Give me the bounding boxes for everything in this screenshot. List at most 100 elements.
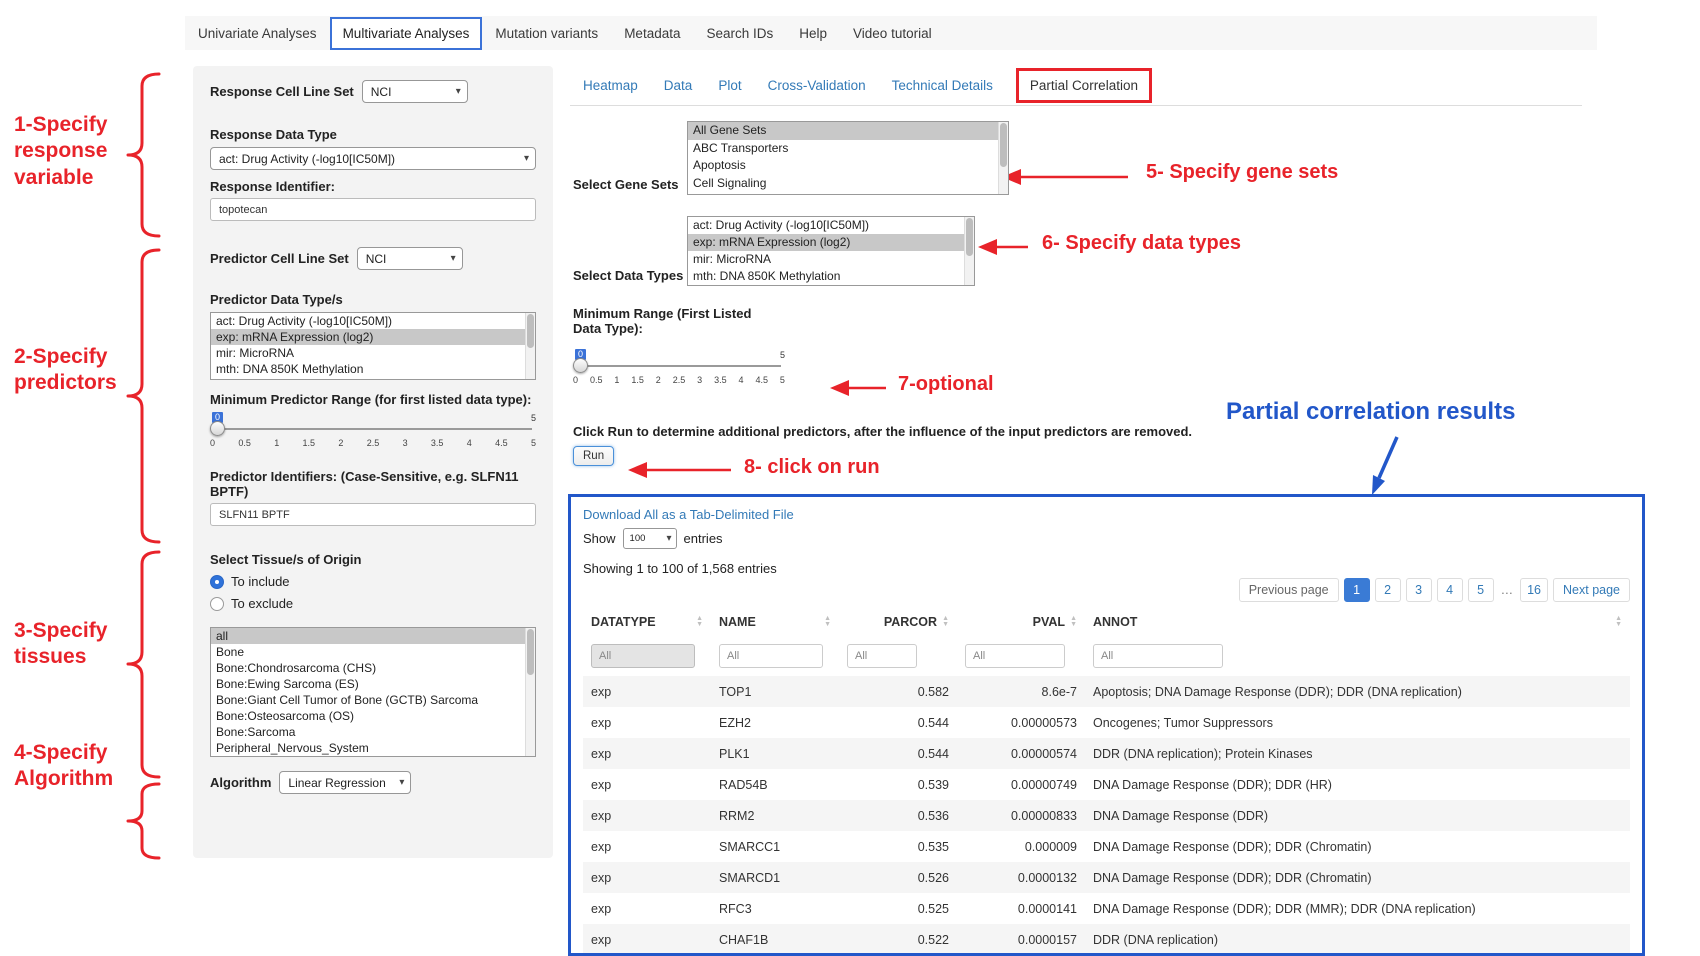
page-button-4[interactable]: 4 [1437, 578, 1463, 602]
chevron-down-icon: ▾ [524, 153, 529, 164]
filter-name-input[interactable] [719, 644, 823, 668]
nav-multivariate-analyses[interactable]: Multivariate Analyses [330, 17, 483, 50]
nav-mutation-variants[interactable]: Mutation variants [482, 17, 611, 50]
scrollbar-thumb[interactable] [966, 218, 973, 256]
listbox-option[interactable]: all [211, 628, 535, 644]
response-data-type-select[interactable]: act: Drug Activity (-log10[IC50M]) ▾ [210, 147, 536, 170]
predictor-identifiers-input[interactable] [210, 503, 536, 526]
listbox-option[interactable]: Peripheral_Nervous_System [211, 740, 535, 756]
nav-metadata[interactable]: Metadata [611, 17, 693, 50]
table-row[interactable]: expTOP10.5828.6e-7Apoptosis; DNA Damage … [583, 676, 1630, 707]
page-button-16[interactable]: 16 [1520, 578, 1548, 602]
tab-partial-correlation[interactable]: Partial Correlation [1016, 68, 1152, 103]
tab-technical-details[interactable]: Technical Details [879, 68, 1006, 103]
column-header-annot[interactable]: ANNOT▲▼ [1085, 606, 1630, 635]
page-button-1[interactable]: 1 [1344, 578, 1370, 602]
column-header-datatype[interactable]: DATATYPE▲▼ [583, 606, 711, 635]
slider-handle[interactable] [573, 358, 588, 373]
listbox-option[interactable]: exp: mRNA Expression (log2) [688, 234, 974, 251]
listbox-option[interactable]: Bone:Ewing Sarcoma (ES) [211, 676, 535, 692]
listbox-option[interactable]: mir: MicroRNA [211, 345, 535, 361]
nav-search-ids[interactable]: Search IDs [693, 17, 786, 50]
sort-icon[interactable]: ▲▼ [942, 616, 949, 628]
listbox-option[interactable]: act: Drug Activity (-log10[IC50M]) [688, 217, 974, 234]
scrollbar-thumb[interactable] [527, 314, 534, 348]
table-row[interactable]: expEZH20.5440.00000573Oncogenes; Tumor S… [583, 707, 1630, 738]
predictor-data-types-label: Predictor Data Type/s [210, 292, 536, 307]
previous-page-button[interactable]: Previous page [1239, 578, 1339, 602]
listbox-option[interactable]: All Gene Sets [688, 122, 1008, 140]
scrollbar[interactable] [525, 313, 535, 379]
column-header-name[interactable]: NAME▲▼ [711, 606, 839, 635]
radio-exclude-row[interactable]: To exclude [210, 596, 536, 611]
radio-exclude[interactable] [210, 597, 224, 611]
response-cell-line-select[interactable]: NCI ▾ [362, 80, 468, 103]
download-link[interactable]: Download All as a Tab-Delimited File [583, 507, 794, 522]
next-page-button[interactable]: Next page [1553, 578, 1630, 602]
listbox-option[interactable]: mth: DNA 850K Methylation [211, 361, 535, 377]
tab-plot[interactable]: Plot [705, 68, 754, 103]
sort-icon[interactable]: ▲▼ [696, 616, 703, 628]
filter-parcor-input[interactable] [847, 644, 917, 668]
nav-video-tutorial[interactable]: Video tutorial [840, 17, 945, 50]
page-button-2[interactable]: 2 [1375, 578, 1401, 602]
tab-data[interactable]: Data [651, 68, 706, 103]
predictor-cell-line-select[interactable]: NCI ▾ [357, 247, 463, 270]
sort-icon[interactable]: ▲▼ [1615, 616, 1622, 628]
page-button-3[interactable]: 3 [1406, 578, 1432, 602]
scrollbar[interactable] [964, 217, 974, 285]
data-types-listbox[interactable]: act: Drug Activity (-log10[IC50M]) exp: … [687, 216, 975, 286]
response-cell-line-label: Response Cell Line Set [210, 84, 354, 99]
chevron-down-icon: ▾ [399, 777, 404, 788]
run-button[interactable]: Run [573, 446, 614, 466]
entries-select[interactable]: 100 ▾ [623, 528, 677, 549]
table-row[interactable]: expSMARCC10.5350.000009DNA Damage Respon… [583, 831, 1630, 862]
listbox-option[interactable]: Bone:Chondrosarcoma (CHS) [211, 660, 535, 676]
scrollbar[interactable] [525, 628, 535, 756]
listbox-option[interactable]: mir: MicroRNA [688, 251, 974, 268]
table-row[interactable]: expCHAF1B0.5220.0000157DDR (DNA replicat… [583, 924, 1630, 955]
column-header-parcor[interactable]: PARCOR▲▼ [839, 606, 957, 635]
cell-name: TOP1 [711, 676, 839, 707]
listbox-option[interactable]: Cell Signaling [688, 175, 1008, 193]
listbox-option[interactable]: ABC Transporters [688, 140, 1008, 158]
table-row[interactable]: expSMARCD10.5260.0000132DNA Damage Respo… [583, 862, 1630, 893]
scrollbar-thumb[interactable] [1000, 123, 1007, 167]
sort-icon[interactable]: ▲▼ [1070, 616, 1077, 628]
radio-include-row[interactable]: To include [210, 574, 536, 589]
listbox-option[interactable]: mth: DNA 850K Methylation [688, 268, 974, 285]
listbox-option[interactable]: Bone [211, 644, 535, 660]
radio-include[interactable] [210, 575, 224, 589]
column-header-pval[interactable]: PVAL▲▼ [957, 606, 1085, 635]
nav-univariate-analyses[interactable]: Univariate Analyses [185, 17, 330, 50]
filter-datatype-input[interactable] [591, 644, 695, 668]
scrollbar-thumb[interactable] [527, 629, 534, 675]
response-identifier-input[interactable] [210, 198, 536, 221]
listbox-option[interactable]: Bone:Osteosarcoma (OS) [211, 708, 535, 724]
slider-track[interactable] [214, 428, 532, 430]
listbox-option[interactable]: exp: mRNA Expression (log2) [211, 329, 535, 345]
sort-icon[interactable]: ▲▼ [824, 616, 831, 628]
nav-help[interactable]: Help [786, 17, 840, 50]
tick-label: 2.5 [673, 375, 686, 385]
slider-track[interactable] [577, 365, 781, 367]
tab-cross-validation[interactable]: Cross-Validation [755, 68, 879, 103]
tab-heatmap[interactable]: Heatmap [570, 68, 651, 103]
table-row[interactable]: expRRM20.5360.00000833DNA Damage Respons… [583, 800, 1630, 831]
listbox-option[interactable]: Apoptosis [688, 157, 1008, 175]
filter-pval-input[interactable] [965, 644, 1065, 668]
listbox-option[interactable]: act: Drug Activity (-log10[IC50M]) [211, 313, 535, 329]
gene-sets-listbox[interactable]: All Gene Sets ABC Transporters Apoptosis… [687, 121, 1009, 195]
filter-annot-input[interactable] [1093, 644, 1223, 668]
tissue-listbox[interactable]: all Bone Bone:Chondrosarcoma (CHS) Bone:… [210, 627, 536, 757]
listbox-option[interactable]: Bone:Giant Cell Tumor of Bone (GCTB) Sar… [211, 692, 535, 708]
table-row[interactable]: expRAD54B0.5390.00000749DNA Damage Respo… [583, 769, 1630, 800]
scrollbar[interactable] [998, 122, 1008, 194]
predictor-data-types-listbox[interactable]: act: Drug Activity (-log10[IC50M]) exp: … [210, 312, 536, 380]
table-row[interactable]: expPLK10.5440.00000574DDR (DNA replicati… [583, 738, 1630, 769]
algorithm-select[interactable]: Linear Regression ▾ [279, 771, 411, 794]
page-button-5[interactable]: 5 [1468, 578, 1494, 602]
slider-handle[interactable] [210, 421, 225, 436]
listbox-option[interactable]: Bone:Sarcoma [211, 724, 535, 740]
table-row[interactable]: expRFC30.5250.0000141DNA Damage Response… [583, 893, 1630, 924]
